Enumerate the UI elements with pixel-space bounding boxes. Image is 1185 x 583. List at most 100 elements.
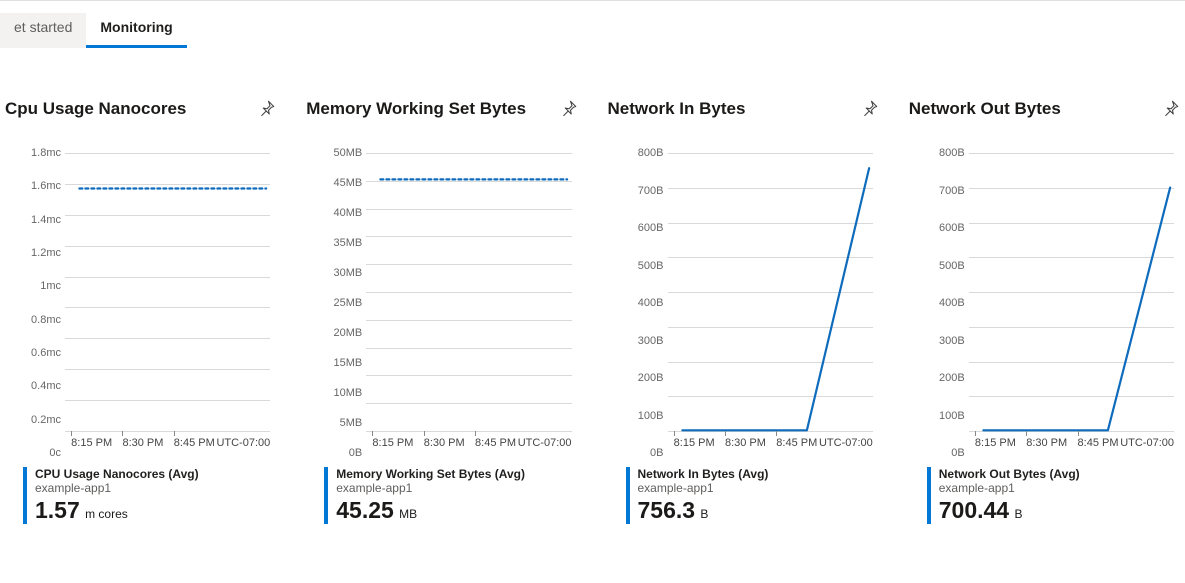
y-tick-label: 200B bbox=[626, 372, 664, 384]
y-tick-label: 0c bbox=[23, 447, 61, 459]
legend-unit: m cores bbox=[82, 507, 128, 521]
plot-area bbox=[668, 153, 873, 431]
timezone-label: UTC-07:00 bbox=[216, 437, 270, 449]
x-axis: 8:15 PM 8:30 PM 8:45 PMUTC-07:00 bbox=[668, 435, 873, 453]
legend-metric: Network Out Bytes (Avg) bbox=[939, 467, 1180, 481]
x-tick bbox=[1078, 431, 1079, 436]
y-tick-label: 0.8mc bbox=[23, 314, 61, 326]
legend-value: 700.44 bbox=[939, 497, 1009, 523]
legend-unit: B bbox=[697, 507, 708, 521]
tab-get-started[interactable]: et started bbox=[0, 13, 86, 48]
x-tick-label: 8:15 PM bbox=[975, 437, 1016, 449]
plot-area bbox=[366, 153, 571, 431]
legend-value: 1.57 bbox=[35, 497, 80, 523]
x-tick-label: 8:45 PM bbox=[475, 437, 516, 449]
y-tick-label: 45MB bbox=[324, 177, 362, 189]
y-tick-label: 400B bbox=[626, 297, 664, 309]
pin-icon[interactable] bbox=[560, 99, 578, 117]
legend-subtext: example-app1 bbox=[638, 481, 879, 495]
metric-summary: Memory Working Set Bytes (Avg) example-a… bbox=[324, 467, 577, 524]
y-tick-label: 300B bbox=[927, 335, 965, 347]
x-tick-label: 8:15 PM bbox=[71, 437, 112, 449]
y-tick-label: 1.2mc bbox=[23, 247, 61, 259]
gridline bbox=[366, 431, 571, 432]
metric-summary: CPU Usage Nanocores (Avg) example-app1 1… bbox=[23, 467, 276, 524]
y-tick-label: 0.4mc bbox=[23, 380, 61, 392]
x-tick-label: 8:30 PM bbox=[1026, 437, 1067, 449]
y-tick-label: 0.6mc bbox=[23, 347, 61, 359]
x-tick bbox=[1026, 431, 1027, 436]
y-tick-label: 100B bbox=[927, 410, 965, 422]
y-tick-label: 25MB bbox=[324, 297, 362, 309]
metric-card: Network Out Bytes800B700B600B500B400B300… bbox=[909, 99, 1180, 524]
x-tick-label: 8:45 PM bbox=[776, 437, 817, 449]
gridline bbox=[65, 431, 270, 432]
y-tick-label: 800B bbox=[927, 147, 965, 159]
plot-area bbox=[969, 153, 1174, 431]
legend-subtext: example-app1 bbox=[35, 481, 276, 495]
pin-icon[interactable] bbox=[1162, 99, 1180, 117]
legend-unit: B bbox=[1011, 507, 1022, 521]
x-tick-label: 8:45 PM bbox=[1078, 437, 1119, 449]
legend-metric: Network In Bytes (Avg) bbox=[638, 467, 879, 481]
card-title: Network In Bytes bbox=[608, 99, 746, 119]
x-tick-label: 8:30 PM bbox=[424, 437, 465, 449]
x-axis: 8:15 PM8:30 PM8:45 PMUTC-07:00 bbox=[65, 435, 270, 453]
metric-summary: Network In Bytes (Avg) example-app1 756.… bbox=[626, 467, 879, 524]
y-tick-label: 20MB bbox=[324, 327, 362, 339]
y-tick-label: 0.2mc bbox=[23, 414, 61, 426]
legend-unit: MB bbox=[396, 507, 417, 521]
metric-card: Memory Working Set Bytes50MB45MB40MB35MB… bbox=[306, 99, 577, 524]
x-tick bbox=[71, 431, 72, 436]
y-tick-label: 10MB bbox=[324, 387, 362, 399]
chart[interactable]: 50MB45MB40MB35MB30MB25MB20MB15MB10MB5MB0… bbox=[324, 153, 577, 453]
x-tick-label: 8:30 PM bbox=[122, 437, 163, 449]
y-tick-label: 30MB bbox=[324, 267, 362, 279]
x-tick-label: 8:30 PM bbox=[725, 437, 766, 449]
pin-icon[interactable] bbox=[258, 99, 276, 117]
tab-monitoring[interactable]: Monitoring bbox=[86, 13, 186, 48]
x-tick bbox=[725, 431, 726, 436]
chart[interactable]: 800B700B600B500B400B300B200B100B0B8:15 P… bbox=[626, 153, 879, 453]
metric-summary: Network Out Bytes (Avg) example-app1 700… bbox=[927, 467, 1180, 524]
y-tick-label: 35MB bbox=[324, 237, 362, 249]
x-tick bbox=[674, 431, 675, 436]
y-tick-label: 500B bbox=[626, 260, 664, 272]
x-axis: 8:15 PM8:30 PM8:45 PMUTC-07:00 bbox=[366, 435, 571, 453]
legend-metric: CPU Usage Nanocores (Avg) bbox=[35, 467, 276, 481]
timezone-label: UTC-07:00 bbox=[819, 437, 873, 449]
chart[interactable]: 800B700B600B500B400B300B200B100B0B8:15 P… bbox=[927, 153, 1180, 453]
y-tick-label: 100B bbox=[626, 410, 664, 422]
x-tick bbox=[975, 431, 976, 436]
series-line bbox=[668, 153, 873, 431]
x-tick bbox=[776, 431, 777, 436]
y-tick-label: 1mc bbox=[23, 280, 61, 292]
series-line bbox=[969, 153, 1174, 431]
legend-subtext: example-app1 bbox=[336, 481, 577, 495]
tab-strip: et started Monitoring bbox=[0, 1, 1185, 49]
y-tick-label: 0B bbox=[927, 447, 965, 459]
y-tick-label: 0B bbox=[626, 447, 664, 459]
metric-card: Cpu Usage Nanocores1.8mc1.6mc1.4mc1.2mc1… bbox=[5, 99, 276, 524]
metric-card: Network In Bytes800B700B600B500B400B300B… bbox=[608, 99, 879, 524]
y-tick-label: 400B bbox=[927, 297, 965, 309]
y-tick-label: 200B bbox=[927, 372, 965, 384]
y-tick-label: 600B bbox=[626, 222, 664, 234]
x-tick-label: 8:15 PM bbox=[674, 437, 715, 449]
card-title: Network Out Bytes bbox=[909, 99, 1061, 119]
chart[interactable]: 1.8mc1.6mc1.4mc1.2mc1mc0.8mc0.6mc0.4mc0.… bbox=[23, 153, 276, 453]
y-tick-label: 50MB bbox=[324, 147, 362, 159]
y-tick-label: 700B bbox=[626, 185, 664, 197]
y-tick-label: 700B bbox=[927, 185, 965, 197]
pin-icon[interactable] bbox=[861, 99, 879, 117]
x-tick-label: 8:15 PM bbox=[372, 437, 413, 449]
y-tick-label: 1.4mc bbox=[23, 214, 61, 226]
card-title: Cpu Usage Nanocores bbox=[5, 99, 186, 119]
y-tick-label: 0B bbox=[324, 447, 362, 459]
legend-value: 45.25 bbox=[336, 497, 394, 523]
y-tick-label: 15MB bbox=[324, 357, 362, 369]
y-tick-label: 40MB bbox=[324, 207, 362, 219]
x-tick bbox=[372, 431, 373, 436]
y-tick-label: 600B bbox=[927, 222, 965, 234]
legend-value: 756.3 bbox=[638, 497, 696, 523]
